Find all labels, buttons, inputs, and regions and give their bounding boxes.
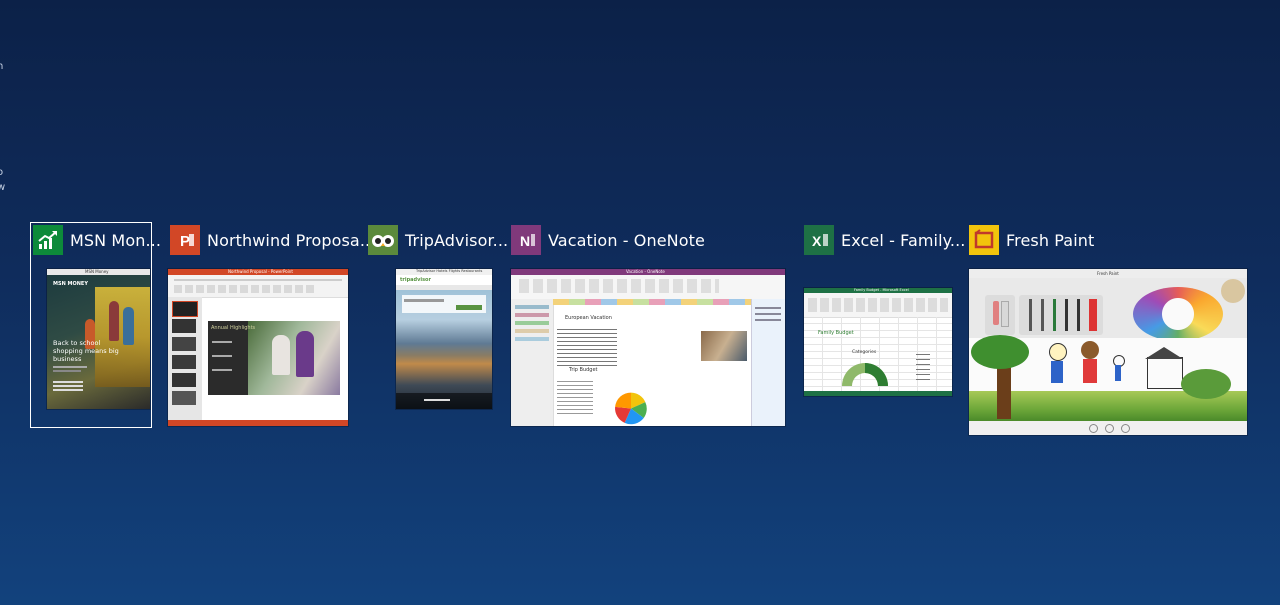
thumbnail-title: Fresh Paint — [1097, 271, 1119, 276]
offscreen-text-fragment: w — [0, 182, 6, 193]
excel-icon: X — [804, 225, 834, 255]
svg-text:N: N — [520, 233, 530, 249]
thumbnail-brand: MSN MONEY — [53, 281, 88, 287]
onenote-icon: N — [511, 225, 541, 255]
window-thumbnail[interactable]: Northwind Proposal - PowerPoint Annual H… — [168, 269, 348, 426]
thumbnail-title: MSN Money — [85, 269, 109, 274]
chart-title: Categories — [852, 350, 877, 355]
window-thumbnail[interactable]: MSN Money MSN MONEY Back to school shopp… — [47, 269, 150, 409]
svg-text:P: P — [180, 233, 190, 250]
thumbnail-brand: tripadvisor — [400, 277, 431, 283]
thumbnail-title: Northwind Proposal - PowerPoint — [228, 269, 293, 274]
thumbnail-title: Family Budget - Microsoft Excel — [854, 288, 909, 292]
window-title: Excel - Family... — [841, 230, 966, 250]
window-title: Northwind Proposa... — [207, 230, 376, 250]
slide-title: Annual Highlights — [211, 325, 256, 331]
thumbnail-title: Vacation - OneNote — [626, 269, 665, 274]
owl-icon — [368, 225, 398, 255]
window-thumbnail[interactable]: Vacation - OneNote European Vacation Tri… — [511, 269, 785, 426]
window-title: TripAdvisor... — [405, 230, 509, 250]
page-title: European Vacation — [565, 315, 612, 321]
offscreen-text-fragment: o — [0, 167, 4, 178]
budget-title: Trip Budget — [569, 367, 598, 373]
offscreen-text-fragment: n — [0, 61, 4, 72]
chart-up-icon — [33, 225, 63, 255]
window-title: MSN Mon... — [70, 230, 162, 250]
powerpoint-icon: P — [170, 225, 200, 255]
window-title: Vacation - OneNote — [548, 230, 705, 250]
window-thumbnail[interactable]: Family Budget - Microsoft Excel Family B… — [804, 288, 952, 396]
fresh-paint-icon — [969, 225, 999, 255]
window-thumbnail[interactable]: TripAdvisor Hotels Flights Restaurants t… — [396, 269, 492, 409]
svg-text:X: X — [812, 233, 822, 249]
thumbnail-headline: Back to school shopping means big busine… — [53, 339, 119, 363]
thumbnail-title: TripAdvisor Hotels Flights Restaurants — [416, 269, 483, 273]
sheet-title: Family Budget — [818, 330, 854, 336]
window-title: Fresh Paint — [1006, 230, 1095, 250]
window-thumbnail[interactable]: Fresh Paint — [969, 269, 1247, 435]
